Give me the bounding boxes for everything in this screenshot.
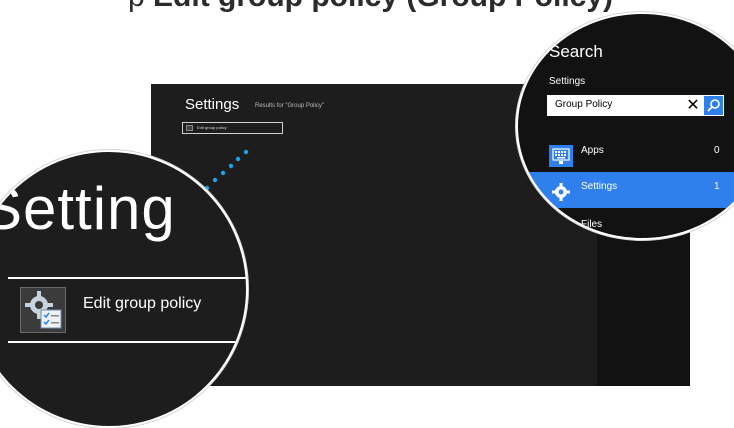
search-heading: Search: [549, 42, 603, 61]
zoomed-title: Setting: [0, 175, 176, 242]
gear-icon: [549, 181, 573, 203]
zoom-circle-search-charm: Search Settings Group Policy ✕ Apps 0 Se…: [516, 12, 734, 240]
search-scope-label: Settings: [549, 76, 586, 87]
category-apps[interactable]: Apps 0: [518, 136, 734, 172]
category-settings-count: 1: [714, 181, 720, 192]
zoomed-search-result[interactable]: Edit group policy: [8, 277, 246, 343]
category-settings-label: Settings: [581, 181, 618, 192]
search-input[interactable]: Group Policy ✕: [547, 95, 724, 116]
small-search-result[interactable]: Edit group policy: [182, 122, 283, 134]
category-settings[interactable]: Settings 1: [518, 172, 734, 208]
category-files-label: Files: [581, 219, 603, 230]
search-input-value: Group Policy: [555, 99, 613, 110]
settings-gear-icon: [186, 125, 193, 131]
keyboard-icon: [549, 145, 573, 167]
search-icon[interactable]: [704, 96, 723, 115]
screen-title: Settings: [185, 96, 240, 113]
page-caption: p Edit group policy (Group Policy): [128, 0, 613, 14]
file-icon: [549, 219, 573, 238]
category-apps-label: Apps: [581, 145, 604, 156]
screen-subtitle: Results for "Group Policy": [255, 103, 324, 109]
settings-gear-icon: [20, 287, 66, 333]
clear-icon[interactable]: ✕: [683, 95, 703, 116]
category-files[interactable]: Files: [518, 210, 734, 238]
small-result-label: Edit group policy: [197, 125, 227, 130]
category-apps-count: 0: [714, 145, 720, 156]
zoomed-result-label: Edit group policy: [83, 295, 202, 312]
